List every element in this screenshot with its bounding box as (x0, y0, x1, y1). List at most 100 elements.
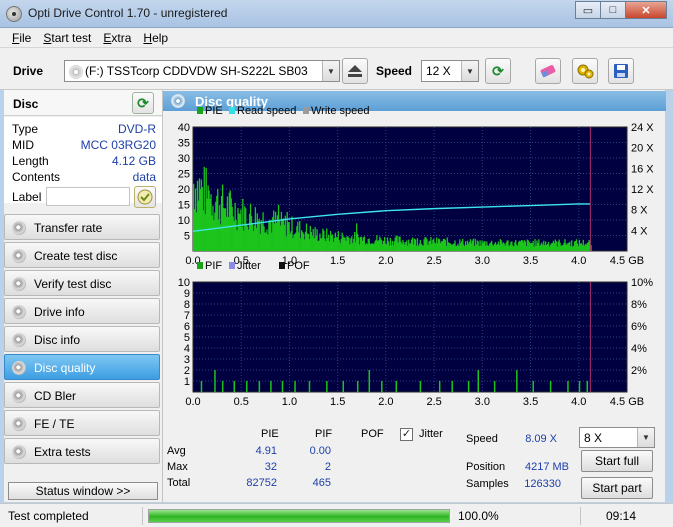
disc-info-value: DVD-R (118, 122, 156, 136)
nav-drive-info[interactable]: Drive info (4, 298, 160, 324)
pif-bar (258, 381, 261, 392)
menu-file[interactable]: File (6, 28, 37, 47)
pif-bar (214, 370, 216, 392)
eject-button[interactable] (342, 58, 368, 84)
legend-label: POF (287, 260, 310, 272)
y-tick-label: 1 (184, 376, 190, 388)
disc-info-row: Length 4.12 GB (12, 154, 156, 170)
y2-tick-label: 24 X (631, 122, 654, 134)
y-tick-label: 10 (178, 215, 190, 227)
stats-header-pie: PIE (261, 428, 279, 440)
nav-extra-tests[interactable]: Extra tests (4, 438, 160, 464)
disc-icon (12, 445, 26, 459)
speed-select[interactable]: 12 X ▼ (421, 60, 479, 82)
refresh-speed-button[interactable]: ⟳ (485, 58, 511, 84)
progress-bar (148, 509, 450, 523)
start-part-button[interactable]: Start part (581, 477, 653, 499)
speed-stat-value: 8.09 X (525, 433, 557, 445)
refresh-icon: ⟳ (137, 94, 149, 111)
legend-label: Jitter (237, 260, 261, 272)
stats-header-pof: POF (361, 428, 384, 440)
nav-fe-te[interactable]: FE / TE (4, 410, 160, 436)
y2-tick-label: 20 X (631, 143, 654, 155)
x-tick-label: 4.0 (571, 255, 586, 267)
legend-label: PIF (205, 260, 222, 272)
gear-icon (577, 64, 594, 79)
progress-percent: 100.0% (458, 509, 499, 523)
jitter-checkbox[interactable]: ✓ (400, 428, 413, 441)
progress-fill (149, 510, 449, 522)
menu-extra[interactable]: Extra (97, 28, 137, 47)
disc-quality-charts: PIE Read speed Write speed5101520253035404… (178, 105, 655, 408)
nav-cd-bler[interactable]: CD Bler (4, 382, 160, 408)
pif-bar (381, 381, 383, 392)
y-tick-label: 20 (178, 184, 190, 196)
label-apply-button[interactable] (134, 186, 156, 208)
refresh-icon: ⟳ (492, 62, 504, 79)
pif-bar (567, 381, 569, 392)
nav-transfer-rate[interactable]: Transfer rate (4, 214, 160, 240)
drive-select[interactable]: (F:) TSSTcorp CDDVDW SH-S222L SB03 ▼ (64, 60, 340, 82)
legend-label: Write speed (311, 105, 370, 117)
pif-bar (281, 381, 284, 392)
start-full-button[interactable]: Start full (581, 450, 653, 472)
window-controls: ▭ □ ✕ (575, 1, 667, 19)
stats-header-pif: PIF (315, 428, 333, 440)
pif-bar (368, 370, 371, 392)
nav-create-test-disc[interactable]: Create test disc (4, 242, 160, 268)
x-tick-label: 1.5 (330, 255, 345, 267)
speed-stat-label: Speed (466, 433, 498, 445)
menu-help[interactable]: Help (137, 28, 174, 47)
function-nav: Transfer rate Create test disc Verify te… (4, 214, 162, 466)
label-key: Label (12, 190, 42, 204)
speed-select-value: 12 X (426, 64, 451, 78)
pif-bar (246, 381, 248, 392)
disc-header-title: Disc (13, 97, 39, 111)
erase-button[interactable] (535, 58, 561, 84)
x-tick-label: 1.0 (282, 396, 297, 408)
y-tick-label: 35 (178, 138, 190, 150)
maximize-button[interactable]: □ (600, 1, 626, 19)
drive-label: Drive (13, 64, 44, 78)
y2-tick-label: 6% (631, 321, 647, 333)
position-label: Position (466, 461, 506, 473)
pif-bar (438, 381, 441, 392)
status-separator (142, 507, 143, 525)
elapsed-time: 09:14 (606, 509, 637, 523)
y2-tick-label: 8% (631, 299, 647, 311)
settings-button[interactable] (572, 58, 598, 84)
nav-disc-info[interactable]: Disc info (4, 326, 160, 352)
legend-swatch (229, 262, 235, 269)
nav-label: Transfer rate (34, 221, 103, 235)
y-tick-label: 30 (178, 153, 190, 165)
eject-icon (348, 65, 362, 77)
y-tick-label: 5 (184, 231, 190, 243)
close-button[interactable]: ✕ (625, 1, 667, 19)
disc-icon (12, 277, 26, 291)
test-speed-select[interactable]: 8 X ▼ (579, 427, 655, 448)
y-tick-label: 2 (184, 365, 190, 377)
x-tick-label: 2.0 (378, 396, 393, 408)
refresh-disc-button[interactable]: ⟳ (132, 92, 154, 114)
nav-disc-quality[interactable]: Disc quality (4, 354, 160, 380)
eraser-icon (540, 65, 556, 78)
nav-verify-test-disc[interactable]: Verify test disc (4, 270, 160, 296)
samples-value: 126330 (524, 478, 561, 490)
y-tick-label: 3 (184, 354, 190, 366)
save-button[interactable] (608, 58, 634, 84)
y2-tick-label: 16 X (631, 163, 654, 175)
pif-bar (270, 381, 272, 392)
stats-pif-avg: 0.00 (309, 445, 331, 457)
nav-label: Create test disc (34, 249, 118, 263)
disc-label-input[interactable] (46, 187, 130, 206)
pif-bar (342, 381, 344, 392)
menu-start-test[interactable]: Start test (37, 28, 97, 47)
disc-icon (12, 249, 26, 263)
nav-label: Drive info (34, 305, 85, 319)
y-tick-label: 40 (178, 122, 190, 134)
y-tick-label: 25 (178, 169, 190, 181)
pif-bar (532, 381, 534, 392)
status-window-button[interactable]: Status window >> (8, 482, 158, 500)
x-tick-label: 1.5 (330, 396, 345, 408)
minimize-button[interactable]: ▭ (575, 1, 601, 19)
